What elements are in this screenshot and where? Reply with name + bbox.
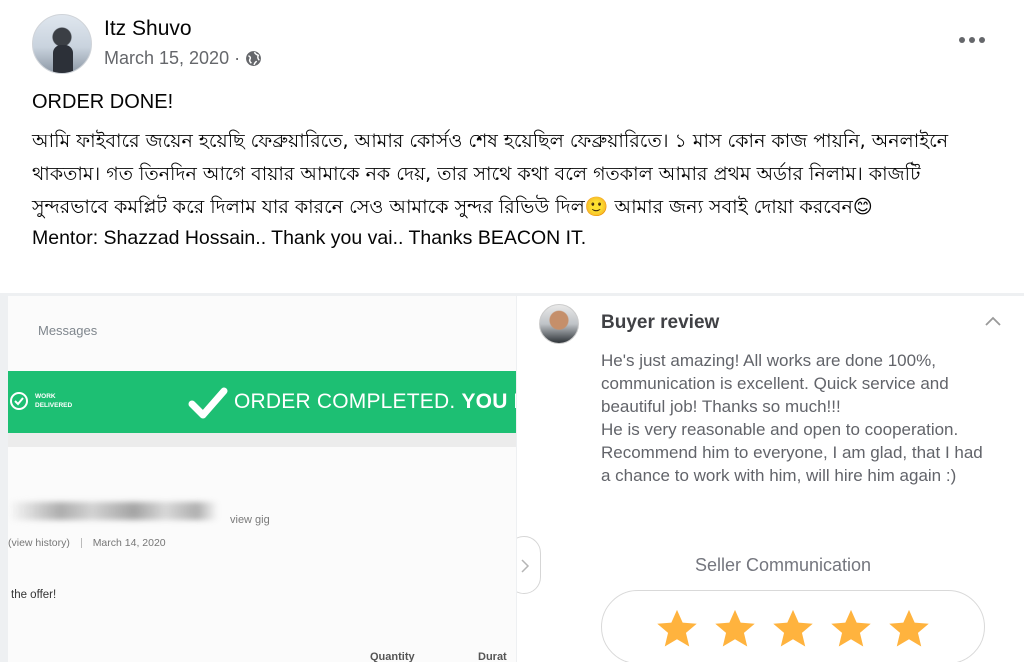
author-name[interactable]: Itz Shuvo — [104, 17, 192, 41]
post-meta: March 15, 2020 · — [104, 48, 262, 69]
star-icon — [889, 609, 929, 647]
work-delivered-check-icon — [10, 392, 28, 410]
post-date[interactable]: March 15, 2020 — [104, 48, 229, 69]
order-screenshot[interactable]: Messages WORK DELIVERED ORDER COMPLETED.… — [8, 296, 516, 662]
order-completed-banner: WORK DELIVERED ORDER COMPLETED. YOU EA — [8, 371, 516, 433]
order-date: March 14, 2020 — [92, 537, 166, 549]
carousel-prev-button[interactable] — [517, 536, 541, 594]
work-delivered-label: WORK DELIVERED — [35, 393, 73, 409]
review-text: He's just amazing! All works are done 10… — [601, 351, 983, 485]
review-heading: Buyer review — [601, 312, 720, 333]
review-screenshot[interactable]: Buyer review He's just amazing! All work… — [517, 296, 1024, 662]
star-icon — [831, 609, 871, 647]
redacted-gig-title — [8, 502, 218, 520]
reviewer-avatar — [539, 304, 579, 344]
chevron-up-icon — [985, 316, 1001, 326]
star-icon — [657, 609, 697, 647]
offer-text: the offer! — [11, 589, 57, 601]
view-history-link: (view history) — [8, 537, 70, 549]
meta-separator: · — [234, 48, 241, 68]
star-rating — [601, 590, 985, 662]
post-title: ORDER DONE! — [32, 91, 174, 113]
order-history-line: (view history) March 14, 2020 — [8, 537, 166, 549]
author-avatar[interactable] — [32, 14, 92, 74]
checkmark-icon — [188, 387, 228, 419]
star-icon — [715, 609, 755, 647]
order-completed-text: ORDER COMPLETED. YOU EA — [234, 390, 516, 413]
star-icon — [773, 609, 813, 647]
view-gig-link: view gig — [230, 514, 270, 526]
post-mentor-line: Mentor: Shazzad Hossain.. Thank you vai.… — [32, 227, 587, 249]
divider — [8, 433, 516, 447]
globe-icon[interactable] — [245, 50, 262, 67]
post-text: ORDER DONE! আমি ফাইবারে জয়েন হয়েছি ফেব… — [32, 88, 1002, 252]
rating-label: Seller Communication — [695, 555, 872, 575]
post-body: আমি ফাইবারে জয়েন হয়েছি ফেব্রুয়ারিতে, … — [32, 130, 949, 218]
duration-column-header: Durat — [478, 651, 507, 662]
post-images[interactable]: Messages WORK DELIVERED ORDER COMPLETED.… — [0, 293, 1024, 662]
messages-label: Messages — [38, 323, 98, 338]
post-header: Itz Shuvo March 15, 2020 · — [0, 0, 1024, 86]
chevron-right-icon — [521, 559, 530, 573]
more-options-icon[interactable] — [952, 28, 992, 52]
quantity-column-header: Quantity — [370, 651, 415, 662]
